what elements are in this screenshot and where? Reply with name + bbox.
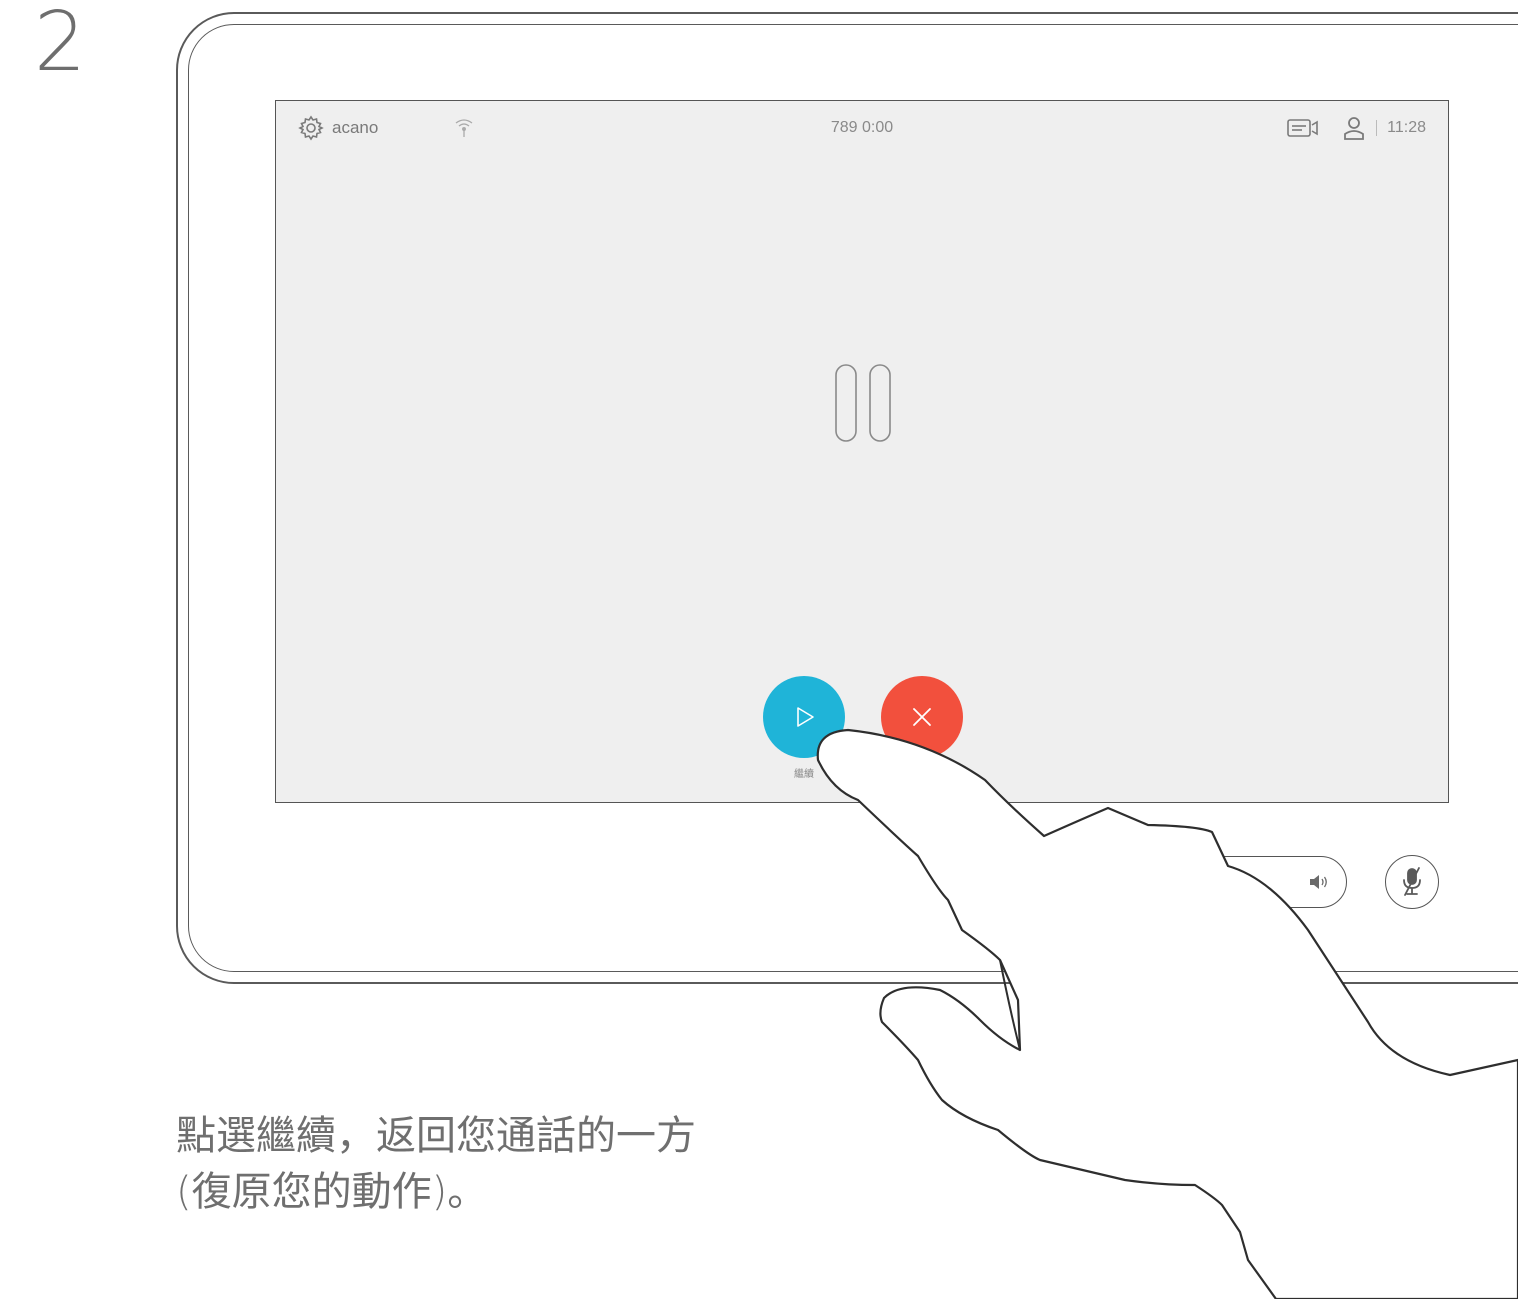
speaker-icon: [1310, 875, 1327, 889]
clock: 11:28: [1387, 119, 1426, 136]
status-divider: [1376, 120, 1378, 136]
play-icon: [797, 707, 814, 727]
mute-button[interactable]: [1385, 855, 1439, 909]
close-icon: [913, 708, 931, 726]
status-bar: acano 789 0:00 11:28: [276, 101, 1448, 157]
call-info: 789 0:00: [830, 119, 894, 136]
volume-control[interactable]: [1105, 856, 1347, 908]
step-number: 2: [34, 0, 87, 90]
pause-icon: [835, 364, 891, 442]
touch-screen: acano 789 0:00 11:28 繼續: [275, 100, 1449, 803]
resume-label: 繼續: [794, 769, 814, 780]
microphone-muted-icon: [1403, 867, 1421, 896]
resume-button[interactable]: [763, 676, 845, 758]
instruction-caption: 點選繼續，返回您通話的一方 (復原您的動作)。: [176, 1108, 816, 1220]
status-right: 11:28: [1286, 115, 1426, 141]
caption-line-2: (復原您的動作)。: [176, 1169, 488, 1215]
caption-line-1: 點選繼續，返回您通話的一方: [176, 1113, 696, 1159]
end-call-button[interactable]: [881, 676, 963, 758]
camera-icon[interactable]: [1286, 116, 1320, 140]
person-icon[interactable]: [1342, 115, 1366, 141]
